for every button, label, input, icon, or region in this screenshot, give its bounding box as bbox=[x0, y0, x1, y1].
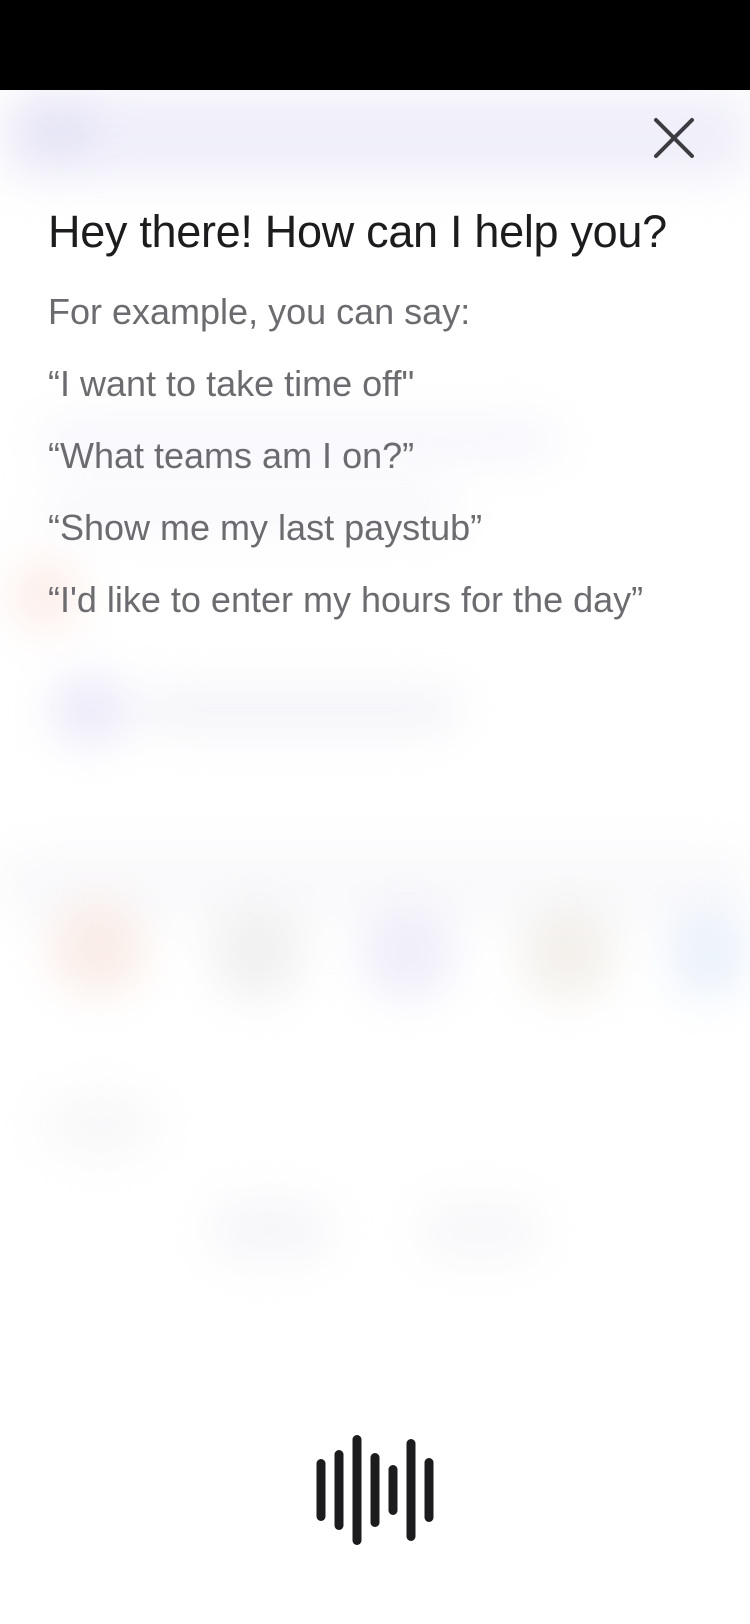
assistant-sheet: Hey there! How can I help you? For examp… bbox=[0, 90, 750, 1624]
voice-input-button[interactable] bbox=[316, 1430, 434, 1550]
example-phrase[interactable]: “I want to take time off" bbox=[48, 362, 708, 406]
example-phrase[interactable]: “What teams am I on?” bbox=[48, 434, 708, 478]
voice-waveform-icon bbox=[316, 1435, 434, 1545]
examples-intro: For example, you can say: bbox=[48, 291, 471, 332]
status-bar bbox=[0, 0, 750, 90]
assistant-title: Hey there! How can I help you? bbox=[48, 206, 667, 257]
close-icon bbox=[654, 118, 694, 158]
example-phrase[interactable]: “Show me my last paystub” bbox=[48, 506, 708, 550]
close-button[interactable] bbox=[646, 110, 702, 166]
example-phrase[interactable]: “I'd like to enter my hours for the day” bbox=[48, 578, 708, 622]
assistant-prompt: Hey there! How can I help you? For examp… bbox=[48, 204, 708, 622]
